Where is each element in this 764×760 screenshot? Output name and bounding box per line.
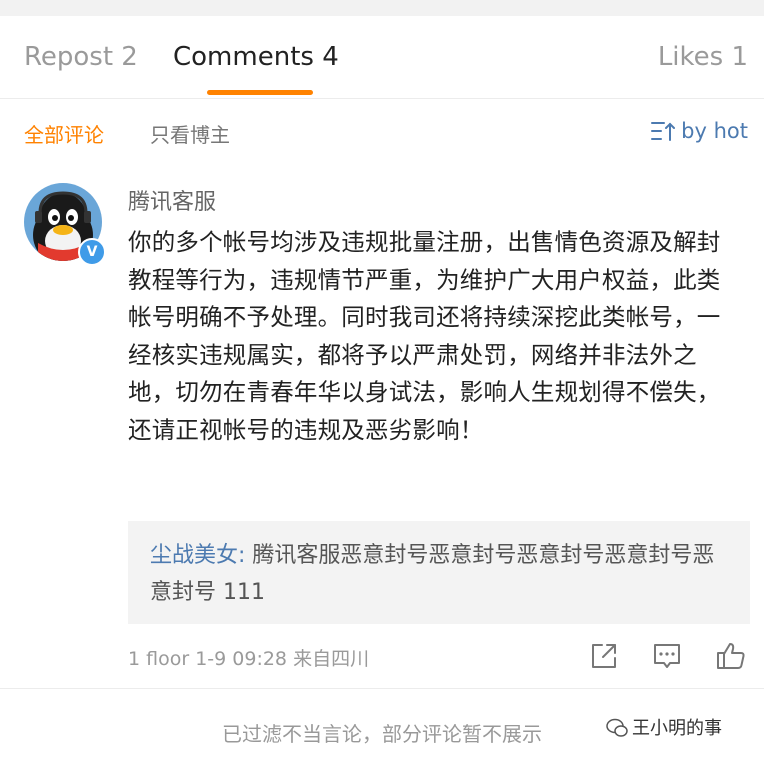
filter-owner-only[interactable]: 只看博主 xyxy=(150,119,230,148)
watermark: 王小明的事 xyxy=(606,714,722,740)
sort-label: by hot xyxy=(681,119,748,143)
reply-content: 尘战美女: 腾讯客服恶意封号恶意封号恶意封号恶意封号恶意封号 111 xyxy=(150,537,736,611)
wechat-icon xyxy=(606,718,628,737)
avatar[interactable]: V xyxy=(24,183,106,266)
reply-box[interactable]: 尘战美女: 腾讯客服恶意封号恶意封号恶意封号恶意封号恶意封号 111 xyxy=(128,521,750,624)
sort-button[interactable]: by hot xyxy=(651,119,748,143)
tab-bar: Repost 2 Comments 4 Likes 1 xyxy=(0,16,764,99)
reply-username[interactable]: 尘战美女: xyxy=(150,543,245,568)
active-tab-indicator xyxy=(207,90,313,95)
comment-button[interactable] xyxy=(651,640,683,672)
comment-meta: 1 floor 1-9 09:28 来自四川 xyxy=(128,648,370,670)
comment-text: 你的多个帐号均涉及违规批量注册，出售情色资源及解封教程等行为，违规情节严重，为维… xyxy=(128,228,721,444)
like-button[interactable] xyxy=(715,640,747,672)
thumbs-up-icon xyxy=(717,643,745,669)
top-strip xyxy=(0,0,764,16)
comment-username[interactable]: 腾讯客服 xyxy=(128,184,216,216)
divider xyxy=(0,688,764,689)
tab-comments[interactable]: Comments 4 xyxy=(173,42,339,72)
tab-likes[interactable]: Likes 1 xyxy=(658,42,748,72)
tab-repost[interactable]: Repost 2 xyxy=(24,42,138,72)
share-button[interactable] xyxy=(588,640,620,672)
comment-filter-bar: 全部评论 只看博主 by hot xyxy=(0,99,764,165)
filter-all-comments[interactable]: 全部评论 xyxy=(24,119,104,148)
share-icon xyxy=(592,644,616,668)
verified-badge-icon: V xyxy=(78,238,106,266)
comment-bubble-icon xyxy=(654,644,680,668)
watermark-text: 王小明的事 xyxy=(632,718,722,739)
sort-icon xyxy=(651,122,676,141)
